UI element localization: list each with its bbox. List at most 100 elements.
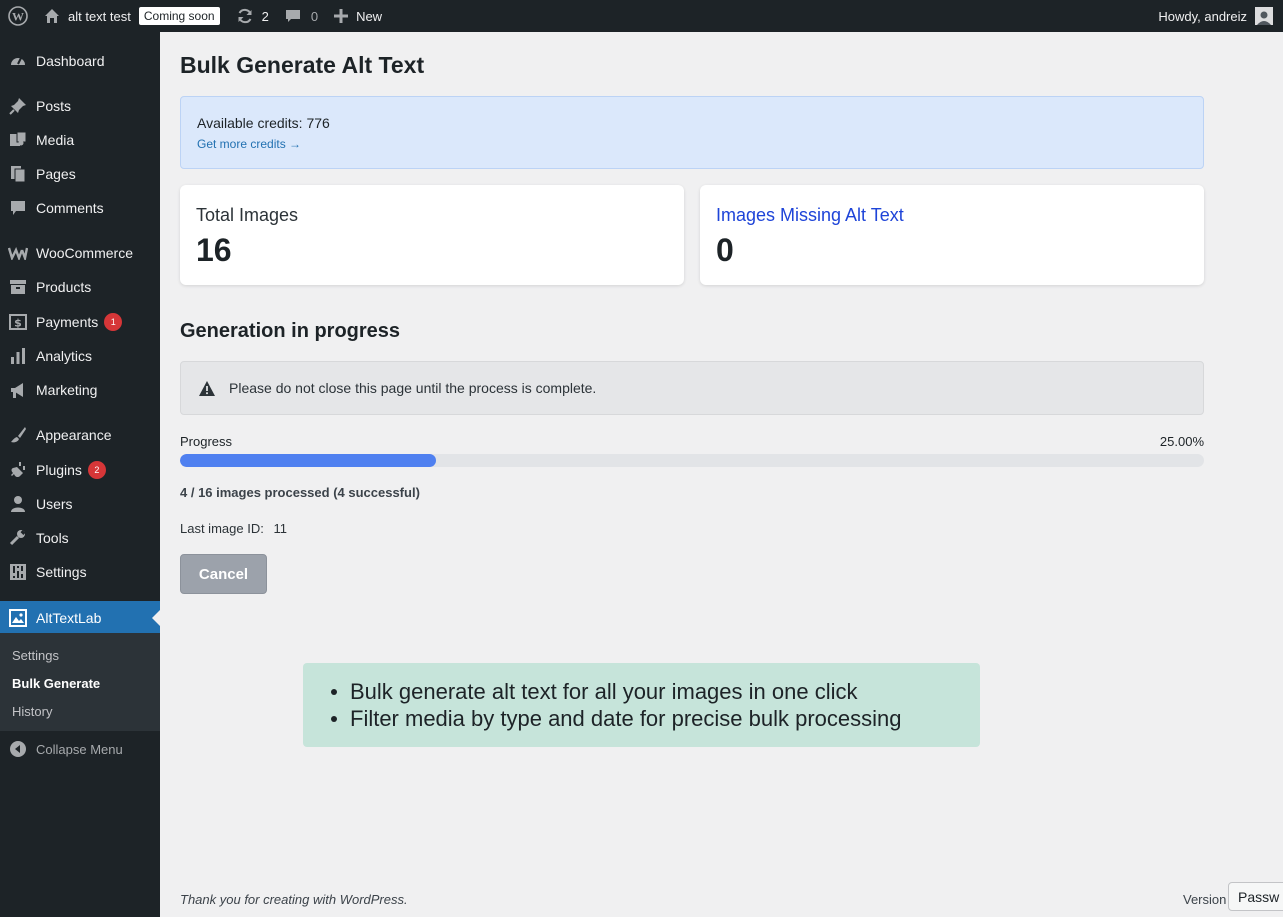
pin-icon — [0, 97, 36, 115]
brush-icon — [0, 426, 36, 444]
progress-bar — [180, 454, 1204, 467]
sidebar-item-label: Tools — [36, 530, 69, 546]
sidebar-item-analytics[interactable]: Analytics — [0, 339, 160, 373]
wrench-icon — [0, 529, 36, 547]
missing-alt-card[interactable]: Images Missing Alt Text 0 — [700, 185, 1204, 285]
image-icon — [0, 609, 36, 627]
sidebar-item-label: Dashboard — [36, 53, 105, 69]
sidebar-item-label: Media — [36, 132, 75, 148]
sidebar-item-users[interactable]: Users — [0, 487, 160, 521]
megaphone-icon — [0, 381, 36, 399]
plugins-count-badge: 2 — [87, 461, 106, 479]
warning-text: Please do not close this page until the … — [229, 380, 597, 396]
progress-percent: 25.00% — [1159, 434, 1204, 449]
missing-alt-link[interactable]: Images Missing Alt Text — [716, 205, 1188, 226]
feature-callout: Bulk generate alt text for all your imag… — [303, 663, 980, 747]
updates-link[interactable]: 2 — [228, 0, 277, 32]
sidebar-item-appearance[interactable]: Appearance — [0, 418, 160, 452]
home-icon — [44, 8, 60, 24]
site-name: alt text test — [68, 8, 131, 24]
plus-icon — [334, 9, 349, 23]
sidebar-item-label: Products — [36, 279, 92, 295]
sidebar-item-pages[interactable]: Pages — [0, 157, 160, 191]
sliders-icon — [0, 563, 36, 581]
admin-bar: W alt text test Coming soon 2 0 New Howd… — [0, 0, 1283, 32]
comment-icon — [285, 8, 301, 24]
sidebar-item-plugins[interactable]: Plugins 2 — [0, 453, 160, 487]
updates-count: 2 — [261, 8, 269, 24]
sidebar-item-posts[interactable]: Posts — [0, 89, 160, 123]
sidebar-item-media[interactable]: Media — [0, 123, 160, 157]
sidebar-item-woocommerce[interactable]: WooCommerce — [0, 236, 160, 270]
sidebar-item-label: Analytics — [36, 348, 93, 364]
dollar-icon: $ — [0, 313, 36, 331]
sidebar-item-label: Posts — [36, 98, 72, 114]
my-account[interactable]: Howdy, andreiz — [1158, 0, 1283, 32]
get-more-credits-link[interactable]: Get more credits → — [197, 137, 1187, 151]
cancel-button[interactable]: Cancel — [180, 554, 267, 594]
woocommerce-icon — [0, 246, 36, 260]
sidebar-item-label: Payments — [36, 314, 99, 330]
dashboard-icon — [0, 52, 36, 70]
footer-thanks: Thank you for creating with WordPress. — [180, 892, 408, 907]
sidebar-item-marketing[interactable]: Marketing — [0, 373, 160, 407]
footer-version: Version — [1183, 892, 1227, 907]
total-images-card: Total Images 16 — [180, 185, 684, 285]
progress-header: Progress 25.00% — [180, 434, 1204, 449]
page-title: Bulk Generate Alt Text — [180, 52, 425, 78]
svg-text:$: $ — [14, 317, 22, 330]
sidebar-item-tools[interactable]: Tools — [0, 521, 160, 555]
sidebar-item-label: Settings — [36, 564, 87, 580]
sidebar-item-settings[interactable]: Settings — [0, 555, 160, 589]
user-icon — [0, 495, 36, 513]
list-item: Bulk generate alt text for all your imag… — [329, 678, 980, 705]
comments-count: 0 — [310, 8, 319, 24]
processed-count: 4 / 16 images processed (4 successful) — [180, 485, 420, 500]
collapse-menu-label: Collapse Menu — [36, 741, 123, 757]
sidebar-item-label: WooCommerce — [36, 245, 133, 261]
warning-icon — [199, 380, 215, 396]
submenu-item-settings[interactable]: Settings — [12, 648, 59, 663]
svg-text:W: W — [12, 10, 24, 24]
missing-alt-value: 0 — [716, 232, 734, 268]
total-images-label: Total Images — [196, 205, 299, 225]
last-image-label: Last image ID: — [180, 521, 264, 536]
archive-icon — [0, 278, 36, 296]
sidebar-item-label: Marketing — [36, 382, 98, 398]
sidebar-item-label: AltTextLab — [36, 610, 102, 626]
site-name-link[interactable]: alt text test Coming soon — [36, 0, 228, 32]
password-tab[interactable]: Passw — [1228, 882, 1283, 911]
sidebar-item-label: Users — [36, 496, 73, 512]
available-credits: Available credits: 776 — [197, 115, 330, 131]
sidebar-item-alttextlab[interactable]: AltTextLab — [0, 601, 160, 635]
warning-notice: Please do not close this page until the … — [180, 361, 1204, 415]
collapse-icon — [0, 741, 36, 757]
avatar — [1255, 7, 1273, 25]
howdy-text: Howdy, andreiz — [1158, 8, 1247, 24]
last-image-id: Last image ID: 11 — [180, 521, 287, 536]
pages-icon — [0, 165, 36, 183]
progress-label: Progress — [180, 434, 233, 449]
new-content-link[interactable]: New — [326, 0, 390, 32]
media-icon — [0, 131, 36, 149]
submenu-item-history[interactable]: History — [12, 704, 52, 719]
refresh-icon — [236, 7, 254, 25]
bar-chart-icon — [0, 347, 36, 365]
sidebar-item-label: Appearance — [36, 427, 112, 443]
total-images-value: 16 — [196, 232, 232, 268]
submenu-item-bulk-generate[interactable]: Bulk Generate — [12, 676, 100, 691]
coming-soon-badge[interactable]: Coming soon — [138, 7, 220, 25]
comment-icon — [0, 199, 36, 217]
admin-sidebar: Dashboard Posts Media Pages Comments Woo… — [0, 32, 160, 917]
sidebar-item-payments[interactable]: $ Payments 1 — [0, 305, 160, 339]
wordpress-logo-icon[interactable]: W — [0, 0, 36, 32]
collapse-menu-button[interactable]: Collapse Menu — [0, 737, 123, 761]
sidebar-item-dashboard[interactable]: Dashboard — [0, 44, 160, 78]
sidebar-item-products[interactable]: Products — [0, 270, 160, 304]
progress-bar-fill — [180, 454, 436, 467]
plug-icon — [0, 461, 36, 479]
sidebar-item-label: Comments — [36, 200, 104, 216]
new-label: New — [356, 8, 383, 24]
comments-link[interactable]: 0 — [277, 0, 326, 32]
sidebar-item-comments[interactable]: Comments — [0, 191, 160, 225]
